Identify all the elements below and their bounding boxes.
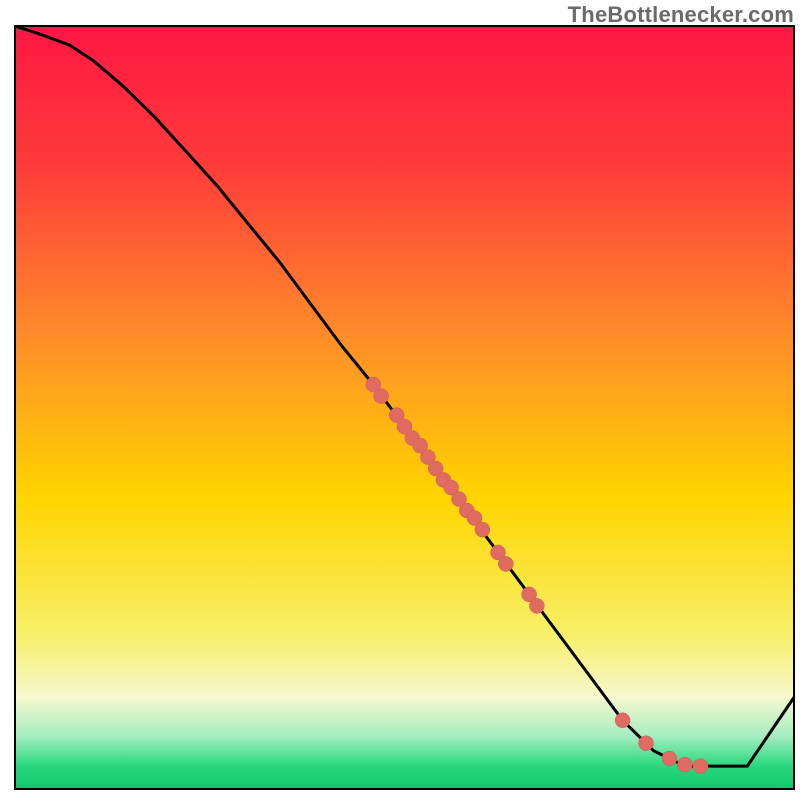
gradient-background	[15, 26, 794, 789]
data-dot	[615, 713, 630, 728]
data-dot	[677, 757, 692, 772]
data-dot	[498, 556, 513, 571]
data-dot	[662, 751, 677, 766]
data-dot	[693, 759, 708, 774]
chart-canvas: TheBottlenecker.com	[0, 0, 800, 800]
data-dot	[639, 736, 654, 751]
plot-svg	[0, 0, 800, 800]
data-dot	[374, 389, 389, 404]
data-dot	[475, 522, 490, 537]
watermark-text: TheBottlenecker.com	[568, 2, 794, 28]
data-dot	[529, 598, 544, 613]
